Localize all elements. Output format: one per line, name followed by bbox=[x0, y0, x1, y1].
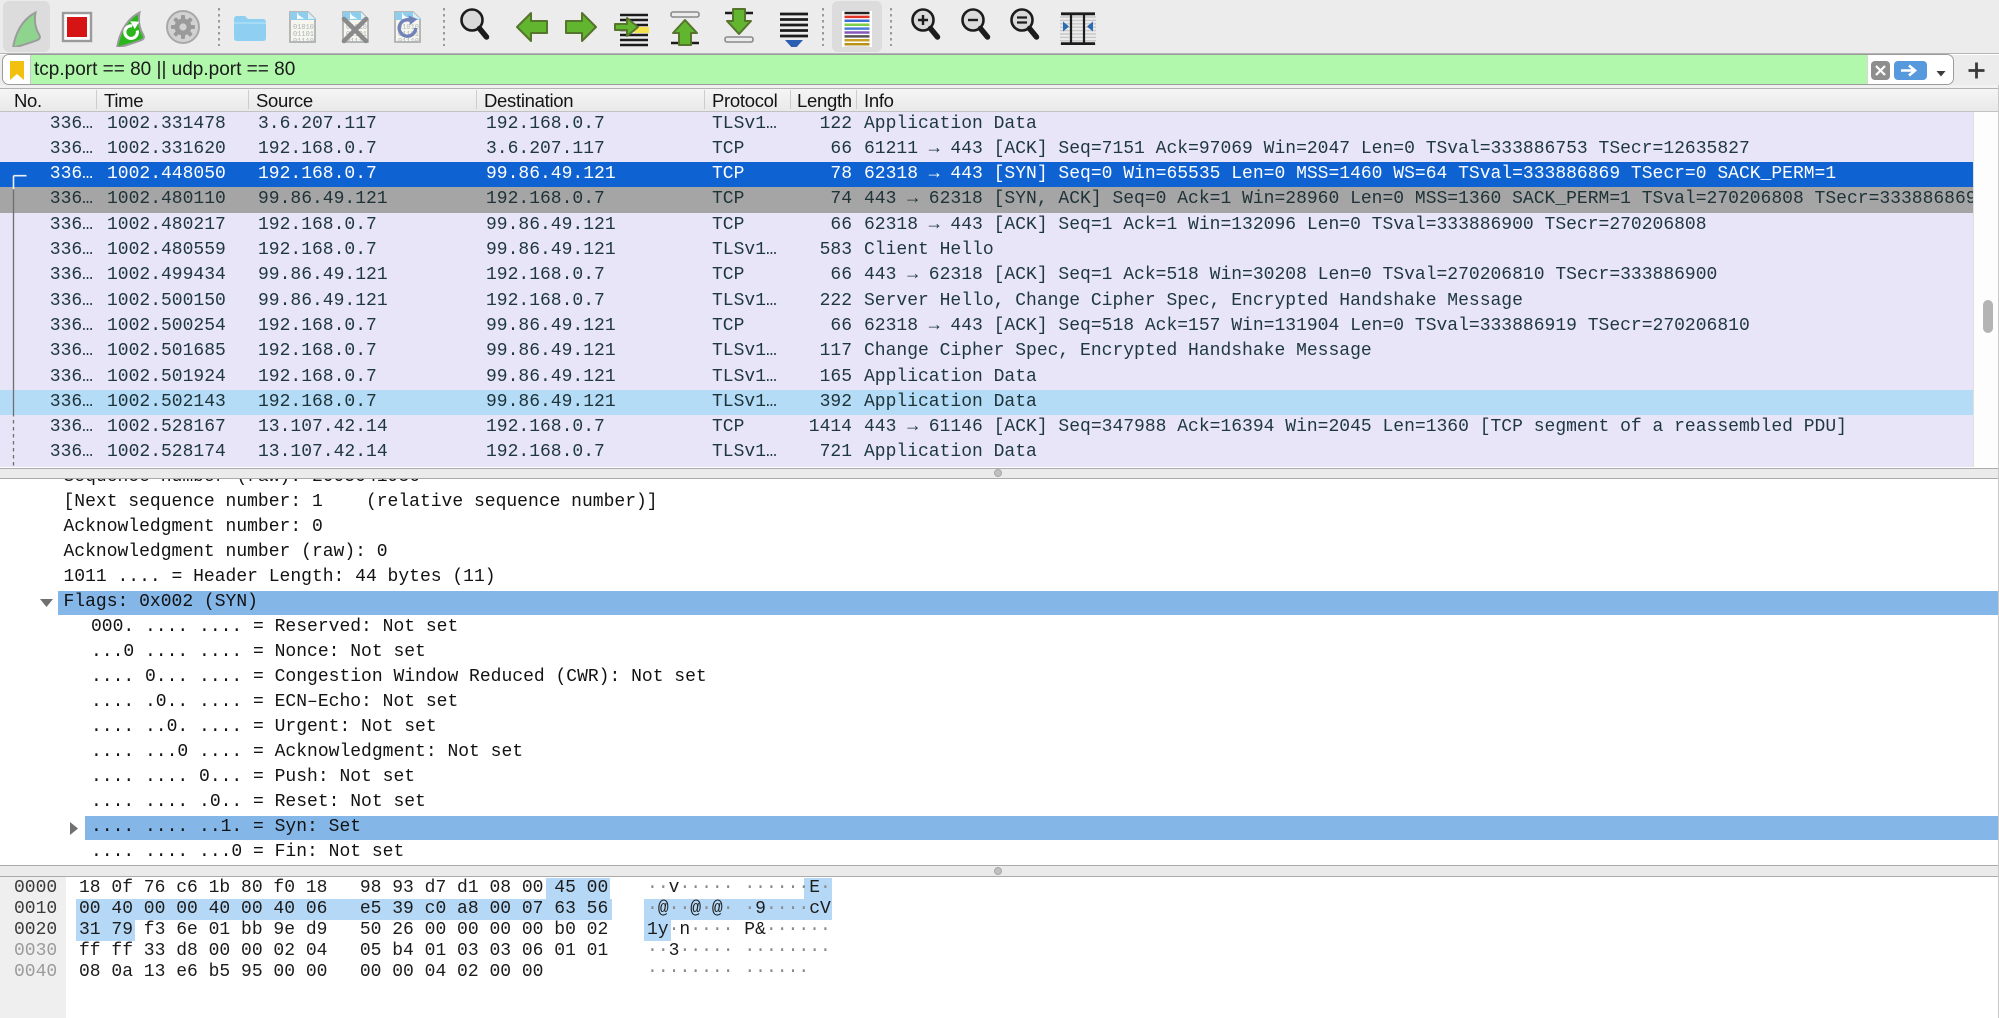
svg-text:01110: 01110 bbox=[293, 38, 314, 46]
svg-text:01110: 01110 bbox=[398, 38, 419, 46]
